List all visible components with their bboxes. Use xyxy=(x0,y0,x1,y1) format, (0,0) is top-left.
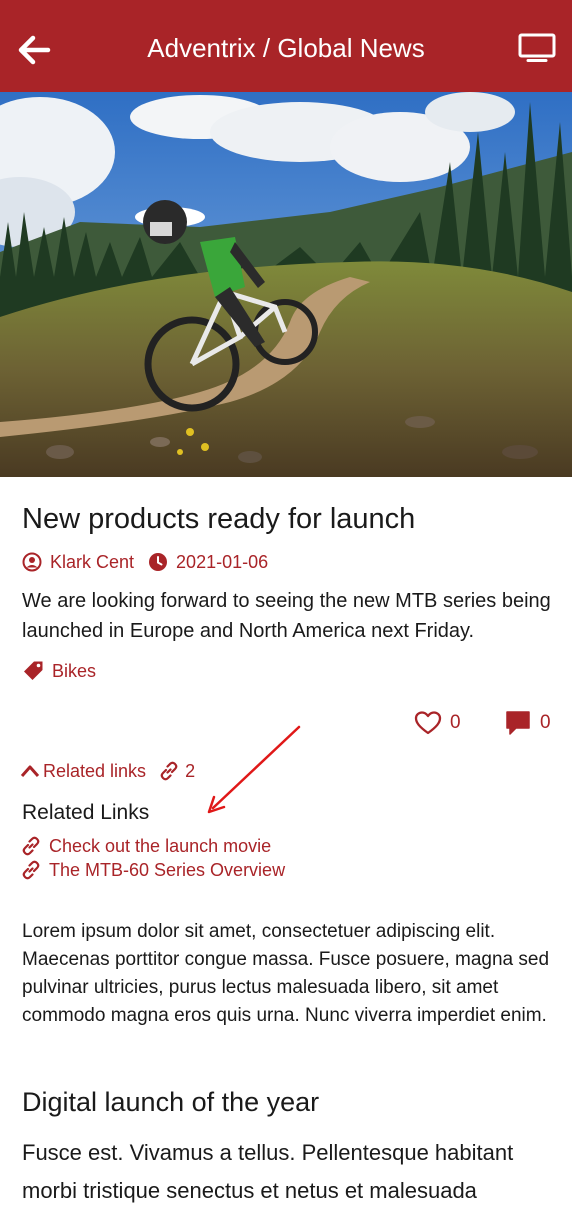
publish-date: 2021-01-06 xyxy=(176,551,269,572)
related-links-label[interactable]: Related links xyxy=(43,761,146,782)
section-heading: Digital launch of the year xyxy=(22,1087,320,1117)
related-link-launch-movie[interactable]: Check out the launch movie xyxy=(20,834,271,858)
article-meta: Klark Cent 2021-01-06 xyxy=(22,550,268,574)
related-link-series-overview[interactable]: The MTB-60 Series Overview xyxy=(20,858,285,882)
comment-action: 0 xyxy=(504,708,551,738)
cast-screen-button[interactable] xyxy=(518,33,556,63)
user-circle-icon xyxy=(22,552,42,572)
app-bar: Adventrix / Global News xyxy=(0,0,572,92)
tag-label: Bikes xyxy=(52,660,97,681)
tag-bikes[interactable]: Bikes xyxy=(22,659,96,683)
tag-icon xyxy=(24,661,43,680)
related-links-heading: Related Links xyxy=(22,801,150,824)
heart-icon[interactable] xyxy=(414,709,442,737)
link-icon xyxy=(160,761,178,781)
like-action: 0 xyxy=(414,708,461,738)
article-body-paragraph: Lorem ipsum dolor sit amet, consectetuer… xyxy=(22,921,550,1026)
related-link-label: The MTB-60 Series Overview xyxy=(49,859,286,880)
comment-icon[interactable] xyxy=(504,709,532,737)
link-icon xyxy=(22,860,40,880)
related-links-toggle: Related links 2 xyxy=(20,758,195,784)
clock-icon xyxy=(149,553,168,571)
chevron-up-icon[interactable] xyxy=(20,763,40,779)
comment-count: 0 xyxy=(540,712,551,733)
article-summary: We are looking forward to seeing the new… xyxy=(22,590,551,642)
author-name: Klark Cent xyxy=(50,551,135,572)
section-paragraph: Fusce est. Vivamus a tellus. Pellentesqu… xyxy=(22,1140,514,1203)
article-title: New products ready for launch xyxy=(22,503,416,535)
related-link-label: Check out the launch movie xyxy=(49,835,272,856)
hero-image xyxy=(0,92,572,477)
monitor-icon xyxy=(518,33,556,62)
link-icon xyxy=(22,836,40,856)
like-count: 0 xyxy=(450,712,461,733)
related-links-count: 2 xyxy=(185,760,196,781)
app-title: Adventrix / Global News xyxy=(147,33,425,63)
